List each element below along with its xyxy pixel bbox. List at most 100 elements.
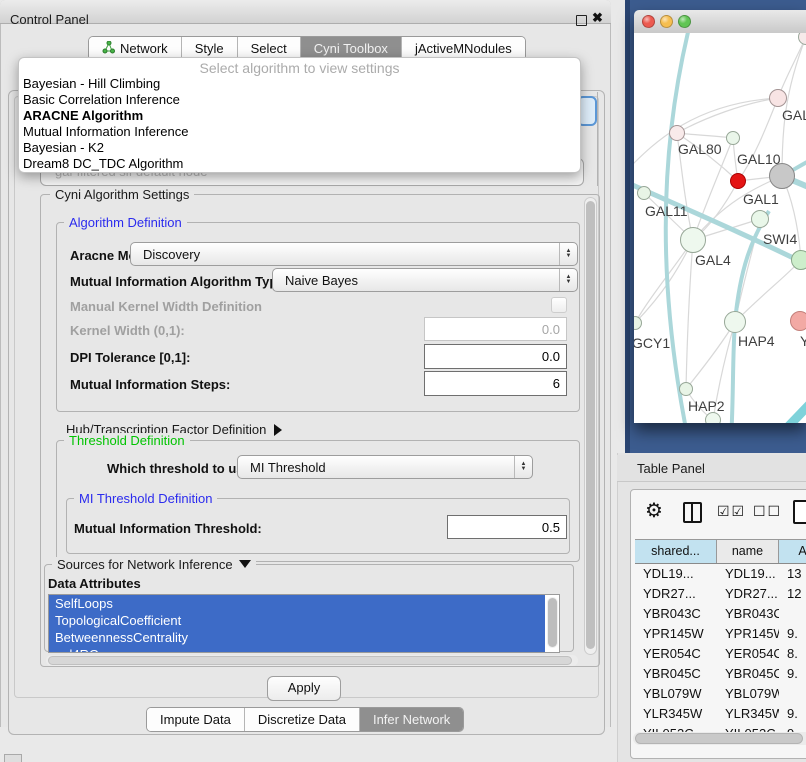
data-attribute-selfloops[interactable]: SelfLoops [49,595,545,612]
algorithm-option-bayesian-hill-climbing[interactable]: Bayesian - Hill Climbing [19,76,580,92]
table-row[interactable]: YDL19...YDL19...13 [635,564,806,584]
data-attributes-label: Data Attributes [48,576,141,591]
table-cell: YER054C [717,644,779,664]
mi-threshold-definition-title: MI Threshold Definition [74,491,217,506]
split-columns-icon[interactable] [683,502,702,523]
network-node[interactable] [751,210,769,228]
which-threshold-value: MI Threshold [238,460,514,475]
mi-threshold-label: Mutual Information Threshold: [74,521,262,536]
mi-type-combobox[interactable]: Naive Bayes ▲▼ [272,268,578,292]
zoom-traffic-light-icon[interactable] [678,15,691,28]
data-attribute-topologicalcoefficient[interactable]: TopologicalCoefficient [49,612,545,629]
table-horizontal-scrollbar[interactable] [633,732,806,745]
kernel-width-field[interactable]: 0.0 [424,317,567,341]
node-label-hap4: HAP4 [738,333,775,349]
stepper-arrows-icon: ▲▼ [514,456,532,478]
column-header-shared[interactable]: shared... [635,540,717,563]
table-row[interactable]: YDR27...YDR27...12 [635,584,806,604]
network-node-gal1[interactable] [730,173,746,189]
mi-threshold-field[interactable]: 0.5 [447,515,567,539]
tab-label: Cyni Toolbox [314,41,388,56]
minimized-panel-icon[interactable] [4,754,22,762]
table-cell: YDL19... [635,564,717,584]
table-panel-box: ⚙ ☑☑ ☐☐ shared...nameA YDL19...YDL19...1… [630,489,806,759]
network-node[interactable] [705,412,721,423]
network-node-gal10[interactable] [726,131,740,145]
unchecked-boxes-icon[interactable]: ☐☐ [753,503,782,520]
table-row[interactable]: YBR043CYBR043C [635,604,806,624]
table-cell: 9. [779,664,806,684]
bottom-tab-infer-network[interactable]: Infer Network [359,708,463,731]
sources-title[interactable]: Sources for Network Inference [52,557,256,572]
close-icon[interactable]: ✖ [592,10,603,26]
table-row[interactable]: YBL079WYBL079W [635,684,806,704]
file-icon[interactable] [793,500,806,524]
algorithm-popup-placeholder: Select algorithm to view settings [19,58,580,76]
settings-horizontal-scrollbar[interactable] [46,655,578,666]
network-node-hap2[interactable] [679,382,693,396]
table-cell [779,684,806,704]
data-attribute-gal4rgexp[interactable]: gal4RGexp [49,646,545,653]
close-traffic-light-icon[interactable] [642,15,655,28]
network-node-hap4[interactable] [724,311,746,333]
node-label-gcy1: GCY1 [634,335,670,351]
apply-button[interactable]: Apply [267,676,341,701]
algorithm-option-bayesian-k2[interactable]: Bayesian - K2 [19,140,580,156]
mi-steps-field[interactable]: 6 [424,371,567,396]
table-cell: YDL19... [717,564,779,584]
table-row[interactable]: YLR345WYLR345W9. [635,704,806,724]
mi-type-label: Mutual Information Algorithm Type: [70,274,289,289]
list-vertical-scrollbar[interactable] [547,597,558,648]
algorithm-option-mutual-information-inference[interactable]: Mutual Information Inference [19,124,580,140]
table-row[interactable]: YBR045CYBR045C9. [635,664,806,684]
network-canvas[interactable]: GALGAL80GAL10GAL1GAL11SWI4GAL4GCY1HAP4YH… [634,33,806,423]
settings-vertical-scrollbar[interactable] [584,197,597,655]
table-cell: 8. [779,644,806,664]
table-cell [779,604,806,624]
manual-kernel-checkbox[interactable] [551,297,567,313]
minimize-traffic-light-icon[interactable] [660,15,673,28]
table-header-row: shared...nameA [635,539,806,564]
which-threshold-combobox[interactable]: MI Threshold ▲▼ [237,455,533,479]
table-cell: YBL079W [717,684,779,704]
table-cell: YLR345W [717,704,779,724]
network-node-y[interactable] [790,311,806,331]
table-row[interactable]: YPR145WYPR145W9. [635,624,806,644]
table-cell: 9. [779,704,806,724]
stepper-arrows-icon: ▲▼ [559,243,577,265]
table-cell: 12 [779,584,806,604]
bottom-tab-impute-data[interactable]: Impute Data [147,708,244,731]
dpi-tolerance-field[interactable]: 0.0 [424,344,567,369]
node-label-swi4: SWI4 [763,231,797,247]
algorithm-option-aracne-algorithm[interactable]: ARACNE Algorithm [19,108,580,124]
screen: Control Panel ✖ NetworkStyleSelectCyni T… [0,0,806,762]
bottom-tab-discretize-data[interactable]: Discretize Data [244,708,359,731]
mi-type-value: Naive Bayes [273,273,559,288]
network-node-gal4[interactable] [680,227,706,253]
node-label-y: Y [800,333,806,349]
column-header-a[interactable]: A [779,540,806,563]
control-panel-titlebar[interactable] [0,0,611,24]
network-node-gal80[interactable] [669,125,685,141]
float-window-icon[interactable] [576,15,587,26]
table-cell: YBR043C [635,604,717,624]
checked-boxes-icon[interactable]: ☑☑ [717,503,746,520]
table-cell: YPR145W [635,624,717,644]
algorithm-option-basic-correlation-inference[interactable]: Basic Correlation Inference [19,92,580,108]
algorithm-option-dream8-dc-tdc-algorithm[interactable]: Dream8 DC_TDC Algorithm [19,156,580,172]
table-cell: YLR345W [635,704,717,724]
table-row[interactable]: YER054CYER054C8. [635,644,806,664]
aracne-mode-combobox[interactable]: Discovery ▲▼ [130,242,578,266]
node-label-gal11: GAL11 [645,203,688,219]
column-header-name[interactable]: name [717,540,779,563]
network-node-gal[interactable] [769,89,787,107]
network-node-gal11[interactable] [637,186,651,200]
bottom-tabstrip: Impute DataDiscretize DataInfer Network [146,707,464,732]
network-node-swi4[interactable] [791,250,806,270]
node-label-gal1: GAL1 [743,191,779,207]
network-node[interactable] [769,163,795,189]
tab-label: jActiveMNodules [415,41,512,56]
gear-icon[interactable]: ⚙ [645,498,663,523]
data-attributes-list[interactable]: SelfLoopsTopologicalCoefficientBetweenne… [48,594,560,653]
data-attribute-betweennesscentrality[interactable]: BetweennessCentrality [49,629,545,646]
